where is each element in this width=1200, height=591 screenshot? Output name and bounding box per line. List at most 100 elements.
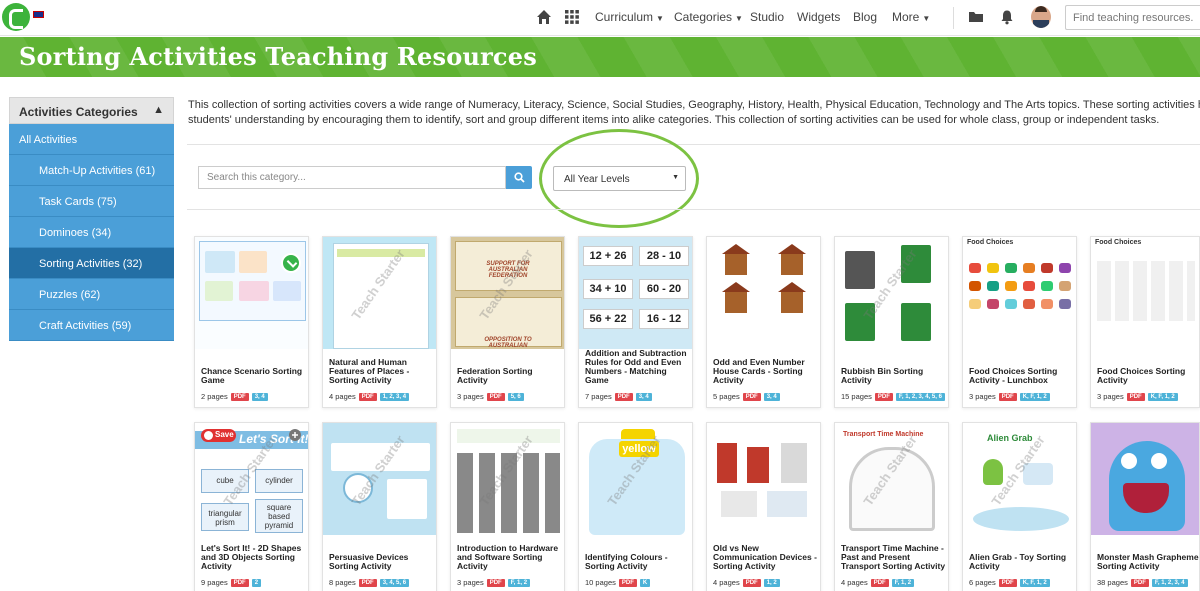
year-level-badge: 1, 2, 3, 4 <box>379 392 410 401</box>
resource-thumbnail[interactable]: Teach Starter <box>323 423 436 535</box>
resource-card[interactable]: Odd and Even Number House Cards - Sortin… <box>706 236 821 408</box>
resource-card[interactable]: Alien Grab Teach Starter Alien Grab - To… <box>962 422 1077 591</box>
resource-card[interactable]: yellow Teach Starter Identifying Colours… <box>578 422 693 591</box>
pdf-badge: PDF <box>998 578 1017 587</box>
sidebar-item-all-activities[interactable]: All Activities <box>9 124 174 155</box>
resource-title[interactable]: Transport Time Machine - Past and Presen… <box>841 544 946 571</box>
pdf-badge: PDF <box>998 392 1017 401</box>
resource-title[interactable]: Let's Sort It! - 2D Shapes and 3D Object… <box>201 544 306 571</box>
pdf-badge: PDF <box>230 578 249 587</box>
resource-title[interactable]: Monster Mash Grapheme Sorting Activity <box>1097 553 1199 571</box>
resource-card[interactable]: Monster Mash Grapheme Sorting Activity 3… <box>1090 422 1200 591</box>
resource-thumbnail[interactable]: Transport Time Machine Teach Starter <box>835 423 948 535</box>
resource-card[interactable]: Teach Starter Persuasive Devices Sorting… <box>322 422 437 591</box>
year-level-badge: 3, 4 <box>251 392 268 401</box>
resource-card[interactable]: 12 + 26 28 - 10 34 + 10 60 - 20 56 + 22 … <box>578 236 693 408</box>
resource-card[interactable]: Let's Sort It! cube cylinder triangular … <box>194 422 309 591</box>
pdf-badge: PDF <box>486 578 505 587</box>
resource-title[interactable]: Identifying Colours - Sorting Activity <box>585 553 690 571</box>
resource-title[interactable]: Food Choices Sorting Activity <box>1097 367 1199 385</box>
page-count: 4 pages <box>841 578 868 587</box>
resource-thumbnail[interactable] <box>707 423 820 535</box>
category-search-input[interactable] <box>198 166 506 189</box>
nav-studio[interactable]: Studio <box>750 10 784 24</box>
nav-widgets[interactable]: Widgets <box>797 10 840 24</box>
sidebar-item-match-up[interactable]: Match-Up Activities (61) <box>9 155 174 186</box>
pdf-badge: PDF <box>618 578 637 587</box>
nav-categories[interactable]: Categories ▼ <box>674 10 743 24</box>
page-count: 3 pages <box>457 578 484 587</box>
page-count: 6 pages <box>969 578 996 587</box>
sidebar-item-craft-activities[interactable]: Craft Activities (59) <box>9 310 174 341</box>
user-avatar[interactable] <box>1031 6 1051 28</box>
resource-thumbnail[interactable]: SUPPORT FOR AUSTRALIAN FEDERATION OPPOSI… <box>451 237 564 349</box>
sidebar-item-sorting-activities[interactable]: Sorting Activities (32) <box>9 248 174 279</box>
page-count: 3 pages <box>1097 392 1124 401</box>
resource-meta: 9 pages PDF 2 <box>201 578 262 587</box>
resource-thumbnail[interactable]: Teach Starter <box>451 423 564 535</box>
thumb-heading: Food Choices <box>967 239 1014 246</box>
resource-meta: 38 pages PDF F, 1, 2, 3, 4 <box>1097 578 1188 587</box>
australia-flag-icon[interactable] <box>33 11 44 18</box>
resource-card[interactable]: Teach Starter Introduction to Hardware a… <box>450 422 565 591</box>
zoom-icon[interactable] <box>288 428 302 442</box>
resource-thumbnail[interactable]: yellow Teach Starter <box>579 423 692 535</box>
divider <box>187 209 1200 210</box>
resource-title[interactable]: Alien Grab - Toy Sorting Activity <box>969 553 1074 571</box>
folder-icon[interactable] <box>968 9 984 25</box>
nav-more[interactable]: More ▼ <box>892 10 930 24</box>
resource-thumbnail[interactable] <box>1091 423 1199 535</box>
nav-blog[interactable]: Blog <box>853 10 877 24</box>
chevron-down-icon: ▼ <box>922 14 931 23</box>
resource-thumbnail[interactable]: 12 + 26 28 - 10 34 + 10 60 - 20 56 + 22 … <box>579 237 692 349</box>
thumb-text: OPPOSITION TO AUSTRALIAN <box>484 337 532 349</box>
chevron-up-icon[interactable]: ▲ <box>153 104 164 116</box>
resource-title[interactable]: Rubbish Bin Sorting Activity <box>841 367 946 385</box>
home-icon[interactable] <box>536 9 552 25</box>
resource-card[interactable]: Transport Time Machine Teach Starter Tra… <box>834 422 949 591</box>
page-count: 3 pages <box>457 392 484 401</box>
resource-card[interactable]: Food Choices Food Choices Sorting Activi… <box>962 236 1077 408</box>
year-level-badge: F, 1, 2 <box>891 578 915 587</box>
resource-title[interactable]: Food Choices Sorting Activity - Lunchbox <box>969 367 1074 385</box>
resource-card[interactable]: Teach Starter Natural and Human Features… <box>322 236 437 408</box>
year-level-badge: 1, 2 <box>763 578 780 587</box>
download-icon[interactable] <box>281 253 301 273</box>
shape-tile: cylinder <box>255 469 303 493</box>
chevron-down-icon: ▼ <box>735 14 743 23</box>
sidebar-item-dominoes[interactable]: Dominoes (34) <box>9 217 174 248</box>
page-count: 2 pages <box>201 392 228 401</box>
resource-card[interactable]: Teach Starter Rubbish Bin Sorting Activi… <box>834 236 949 408</box>
resource-title[interactable]: Chance Scenario Sorting Game <box>201 367 306 385</box>
site-search-input[interactable] <box>1065 5 1200 30</box>
bell-icon[interactable] <box>999 9 1015 25</box>
resource-title[interactable]: Introduction to Hardware and Software So… <box>457 544 562 571</box>
resource-card[interactable]: Food Choices Food Choices Sorting Activi… <box>1090 236 1200 408</box>
sidebar-item-puzzles[interactable]: Puzzles (62) <box>9 279 174 310</box>
resource-thumbnail[interactable]: Teach Starter <box>835 237 948 349</box>
sidebar-heading-label: Activities Categories <box>19 105 138 119</box>
resource-card[interactable]: Old vs New Communication Devices - Sorti… <box>706 422 821 591</box>
resource-thumbnail[interactable]: Teach Starter <box>323 237 436 349</box>
resource-title[interactable]: Old vs New Communication Devices - Sorti… <box>713 544 818 571</box>
pdf-badge: PDF <box>1130 578 1149 587</box>
teach-starter-logo[interactable] <box>2 3 30 31</box>
resource-thumbnail[interactable]: Alien Grab Teach Starter <box>963 423 1076 535</box>
nav-curriculum[interactable]: Curriculum ▼ <box>595 10 664 24</box>
category-search-button[interactable] <box>506 166 532 189</box>
nav-divider <box>953 7 954 29</box>
resource-title[interactable]: Federation Sorting Activity <box>457 367 562 385</box>
resource-title[interactable]: Addition and Subtraction Rules for Odd a… <box>585 349 690 385</box>
resource-title[interactable]: Odd and Even Number House Cards - Sortin… <box>713 358 818 385</box>
sidebar-item-task-cards[interactable]: Task Cards (75) <box>9 186 174 217</box>
resource-title[interactable]: Natural and Human Features of Places - S… <box>329 358 434 385</box>
sidebar-heading[interactable]: Activities Categories ▲ <box>9 97 174 124</box>
resource-thumbnail[interactable] <box>707 237 820 349</box>
apps-grid-icon[interactable] <box>564 9 580 25</box>
resource-thumbnail[interactable]: Food Choices <box>963 237 1076 349</box>
resource-thumbnail[interactable]: Food Choices <box>1091 237 1199 349</box>
resource-card[interactable]: SUPPORT FOR AUSTRALIAN FEDERATION OPPOSI… <box>450 236 565 408</box>
resource-title[interactable]: Persuasive Devices Sorting Activity <box>329 553 434 571</box>
pinterest-save-button[interactable]: Save <box>201 429 236 442</box>
resource-meta: 2 pages PDF 3, 4 <box>201 392 268 401</box>
